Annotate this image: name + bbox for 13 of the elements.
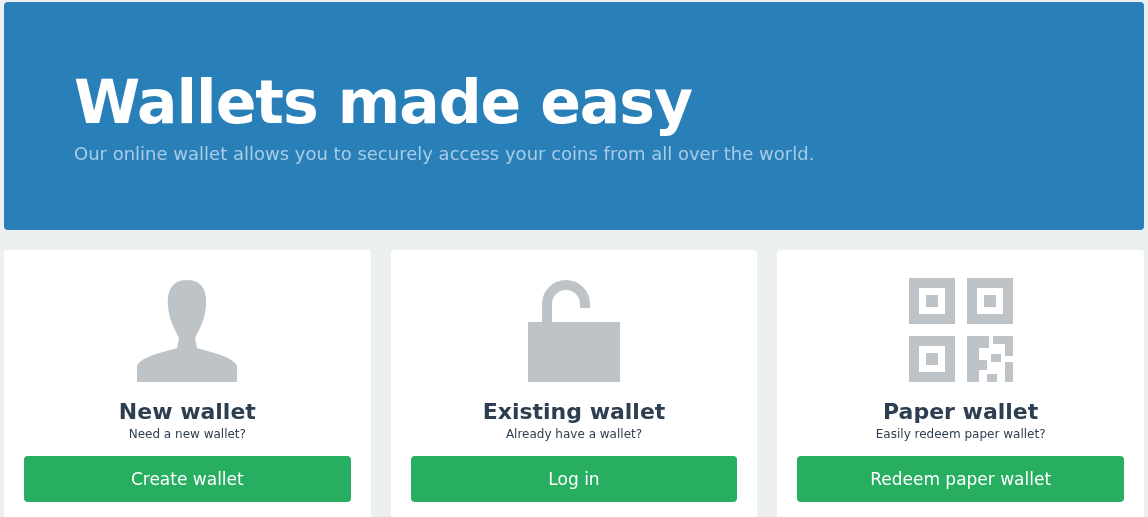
action-button[interactable]: Create wallet: [24, 456, 351, 502]
card-subtitle: Need a new wallet?: [128, 426, 246, 442]
qr-code-icon: [908, 278, 1013, 382]
card-title: New wallet: [118, 398, 256, 426]
card-subtitle: Easily redeem paper wallet?: [875, 426, 1046, 442]
hero-title: Wallets made easy: [74, 66, 694, 138]
action-button[interactable]: Log in: [410, 456, 738, 502]
action-button[interactable]: Redeem paper wallet: [797, 456, 1124, 502]
card-title: Existing wallet: [482, 398, 666, 426]
card-title: Paper wallet: [883, 398, 1039, 426]
person-icon: [135, 278, 240, 382]
hero-subtitle: Our online wallet allows you to securely access your coins from all over the world.: [74, 142, 816, 166]
card-subtitle: Already have a wallet?: [505, 426, 643, 442]
